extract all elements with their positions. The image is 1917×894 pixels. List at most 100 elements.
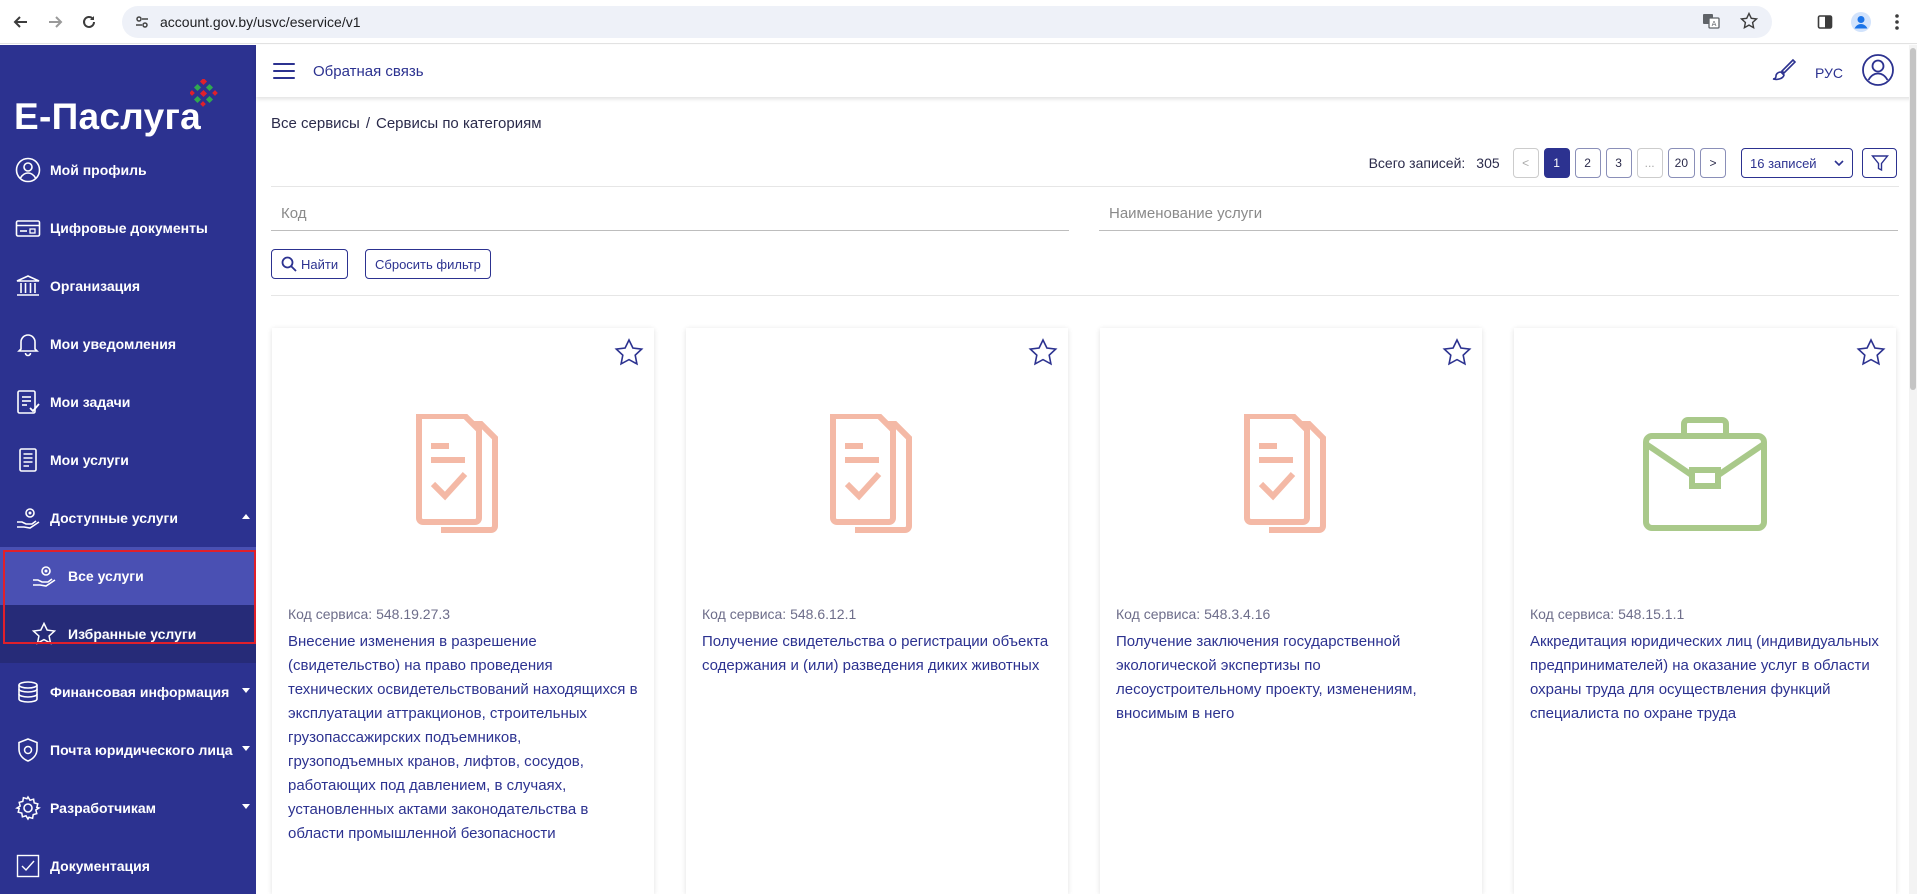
task-list-icon bbox=[14, 388, 42, 416]
browser-profile-avatar[interactable] bbox=[1849, 10, 1873, 34]
language-switch[interactable]: РУС bbox=[1815, 65, 1843, 81]
user-account-icon[interactable] bbox=[1861, 53, 1895, 92]
sidebar-item-organization[interactable]: Организация bbox=[0, 257, 256, 315]
total-label: Всего записей: bbox=[1368, 155, 1466, 171]
documents-check-icon bbox=[1100, 414, 1482, 544]
page-2-button[interactable]: 2 bbox=[1574, 148, 1601, 178]
service-card[interactable]: Код сервиса: 548.3.4.16 Получение заключ… bbox=[1100, 328, 1482, 894]
next-page-button[interactable]: > bbox=[1700, 148, 1726, 178]
filter-icon bbox=[1870, 155, 1889, 172]
service-title[interactable]: Получение заключения государственной эко… bbox=[1116, 630, 1466, 726]
sidebar-item-my-services[interactable]: Мои услуги bbox=[0, 431, 256, 489]
breadcrumb-separator: / bbox=[365, 115, 370, 132]
per-page-select[interactable]: 16 записей bbox=[1741, 148, 1853, 178]
total-count: 305 bbox=[1476, 155, 1500, 171]
site-settings-icon[interactable] bbox=[134, 14, 150, 30]
page-ellipsis: ... bbox=[1636, 148, 1663, 178]
sidebar-subitem-all-services[interactable]: Все услуги bbox=[0, 547, 256, 605]
document-icon bbox=[14, 446, 42, 474]
back-icon[interactable] bbox=[8, 9, 34, 35]
gear-icon bbox=[14, 794, 42, 822]
prev-page-button[interactable]: < bbox=[1512, 148, 1539, 178]
logo[interactable]: Е-Паслуга bbox=[14, 61, 234, 137]
service-code: Код сервиса: 548.3.4.16 bbox=[1116, 606, 1271, 622]
chevron-up-icon[interactable] bbox=[242, 514, 250, 519]
sidebar-item-label: Избранные услуги bbox=[68, 626, 197, 642]
top-bar: Обратная связь РУС bbox=[256, 45, 1917, 97]
coins-icon bbox=[14, 678, 42, 706]
find-button[interactable]: Найти bbox=[271, 249, 349, 279]
sidebar-item-tasks[interactable]: Мои задачи bbox=[0, 373, 256, 431]
scrollbar-thumb[interactable] bbox=[1910, 48, 1916, 390]
sidebar-item-label: Доступные услуги bbox=[50, 510, 178, 526]
service-name-input[interactable]: Наименование услуги bbox=[1099, 197, 1898, 231]
sidebar-item-available-services[interactable]: Доступные услуги bbox=[0, 489, 256, 547]
service-card[interactable]: Код сервиса: 548.19.27.3 Внесение измене… bbox=[272, 328, 654, 894]
brush-icon[interactable] bbox=[1771, 57, 1797, 88]
building-icon bbox=[14, 272, 42, 300]
feedback-link[interactable]: Обратная связь bbox=[313, 63, 424, 80]
page-1-button[interactable]: 1 bbox=[1543, 148, 1570, 178]
sidebar-item-label: Мои уведомления bbox=[50, 336, 177, 352]
per-page-value: 16 записей bbox=[1750, 155, 1817, 171]
sidebar-item-label: Мои задачи bbox=[50, 394, 131, 410]
side-panel-icon[interactable] bbox=[1813, 10, 1837, 34]
sidebar-item-label: Документация bbox=[50, 858, 150, 874]
service-card[interactable]: Код сервиса: 548.6.12.1 Получение свидет… bbox=[686, 328, 1068, 894]
pagination: Всего записей: 305 < 1 2 3 ... 20 > 16 з… bbox=[1369, 148, 1897, 178]
filter-button[interactable] bbox=[1862, 148, 1897, 178]
sidebar-item-label: Разработчикам bbox=[50, 800, 156, 816]
shield-mail-icon bbox=[14, 736, 42, 764]
sidebar-item-financial-info[interactable]: Финансовая информация bbox=[0, 663, 256, 721]
service-title[interactable]: Аккредитация юридических лиц (индивидуал… bbox=[1530, 630, 1880, 726]
service-card[interactable]: Код сервиса: 548.15.1.1 Аккредитация юри… bbox=[1514, 328, 1896, 894]
page-3-button[interactable]: 3 bbox=[1605, 148, 1632, 178]
hand-gear-icon bbox=[30, 562, 58, 590]
sidebar-item-developers[interactable]: Разработчикам bbox=[0, 779, 256, 837]
service-title[interactable]: Внесение изменения в разрешение (свидете… bbox=[288, 630, 638, 846]
reset-filter-button[interactable]: Сбросить фильтр bbox=[365, 249, 491, 279]
translate-icon[interactable]: A bbox=[1702, 12, 1720, 35]
logo-mark-icon bbox=[190, 79, 218, 107]
browser-menu-icon[interactable] bbox=[1885, 10, 1909, 34]
reload-icon[interactable] bbox=[76, 9, 102, 35]
hand-gear-icon bbox=[14, 504, 42, 532]
user-circle-icon bbox=[14, 156, 42, 184]
chevron-down-icon[interactable] bbox=[242, 688, 250, 693]
documents-check-icon bbox=[272, 414, 654, 544]
favorite-star-icon[interactable] bbox=[613, 337, 645, 369]
favorite-star-icon[interactable] bbox=[1855, 337, 1887, 369]
card-icon bbox=[14, 214, 42, 242]
service-title[interactable]: Получение свидетельства о регистрации об… bbox=[702, 630, 1052, 678]
chevron-down-icon[interactable] bbox=[242, 804, 250, 809]
sidebar-subitem-favorite-services[interactable]: Избранные услуги bbox=[0, 605, 256, 663]
forward-icon[interactable] bbox=[42, 9, 68, 35]
address-bar[interactable]: account.gov.by/usvc/eservice/v1 A bbox=[122, 6, 1772, 38]
sidebar-item-label: Мой профиль bbox=[50, 162, 147, 178]
sidebar-item-digital-docs[interactable]: Цифровые документы bbox=[0, 199, 256, 257]
sidebar-item-profile[interactable]: Мой профиль bbox=[0, 141, 256, 199]
breadcrumb-all-services[interactable]: Все сервисы bbox=[271, 115, 360, 132]
bell-icon bbox=[14, 330, 42, 358]
favorite-star-icon[interactable] bbox=[1441, 337, 1473, 369]
sidebar-item-label: Почта юридического лица bbox=[50, 742, 233, 758]
chevron-down-icon[interactable] bbox=[242, 746, 250, 751]
sidebar-item-legal-mail[interactable]: Почта юридического лица bbox=[0, 721, 256, 779]
sidebar-item-label: Мои услуги bbox=[50, 452, 129, 468]
favorite-star-icon[interactable] bbox=[1027, 337, 1059, 369]
sidebar-item-label: Организация bbox=[50, 278, 141, 294]
code-input[interactable]: Код bbox=[271, 197, 1069, 231]
sidebar-item-label: Финансовая информация bbox=[50, 684, 230, 700]
sidebar-menu: Мой профиль Цифровые документы Организац… bbox=[0, 141, 256, 894]
sidebar-item-label: Все услуги bbox=[68, 568, 144, 584]
sidebar-item-documentation[interactable]: Документация bbox=[0, 837, 256, 894]
page-20-button[interactable]: 20 bbox=[1667, 148, 1695, 178]
svg-text:A: A bbox=[1712, 20, 1717, 28]
reset-filter-label: Сбросить фильтр bbox=[375, 256, 481, 272]
hamburger-menu-icon[interactable] bbox=[273, 63, 295, 79]
chevron-down-icon bbox=[1834, 160, 1844, 166]
bookmark-star-icon[interactable] bbox=[1739, 11, 1759, 35]
sidebar-item-notifications[interactable]: Мои уведомления bbox=[0, 315, 256, 373]
service-code: Код сервиса: 548.15.1.1 bbox=[1530, 606, 1685, 622]
breadcrumb: Все сервисы / Сервисы по категориям bbox=[271, 115, 542, 132]
